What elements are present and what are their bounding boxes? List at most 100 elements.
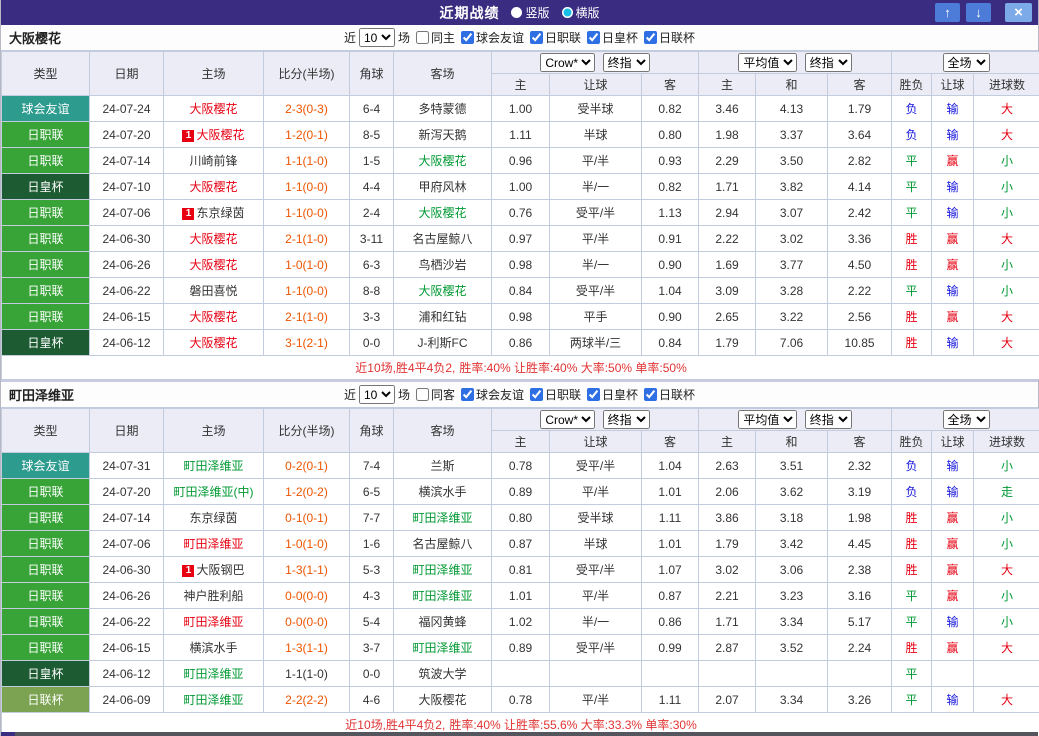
away-team-name[interactable]: 町田泽维亚 <box>412 563 472 577</box>
team-name[interactable]: 大阪樱花 <box>9 28 61 47</box>
league-filter-friendly[interactable]: 球会友谊 <box>460 29 524 46</box>
away-team-name[interactable]: 町田泽维亚 <box>412 511 472 525</box>
home-team-name[interactable]: 大阪樱花 <box>189 232 237 246</box>
scroll-down-button[interactable]: ↓ <box>966 3 991 22</box>
home-team-name[interactable]: 町田泽维亚 <box>183 693 243 707</box>
emperor-cup-checkbox-input[interactable] <box>587 31 601 44</box>
friendly-checkbox-input[interactable] <box>460 31 474 44</box>
same-venue-checkbox[interactable]: 同主 <box>415 29 455 46</box>
average-select[interactable]: 平均值 <box>738 53 798 72</box>
score[interactable]: 1-1(0-0) <box>285 206 328 220</box>
home-team-name[interactable]: 大阪樱花 <box>189 102 237 116</box>
score[interactable]: 2-2(2-2) <box>285 693 328 707</box>
home-team-name[interactable]: 大阪樱花 <box>189 180 237 194</box>
score[interactable]: 1-1(1-0) <box>285 667 328 681</box>
away-team-name[interactable]: 筑波大学 <box>418 667 466 681</box>
away-team-name[interactable]: 町田泽维亚 <box>412 589 472 603</box>
home-team-name[interactable]: 大阪钢巴 <box>196 563 244 577</box>
match-count-select[interactable]: 10 <box>358 28 395 47</box>
away-team-name[interactable]: 名古屋鲸八 <box>412 232 472 246</box>
score[interactable]: 1-2(0-2) <box>285 485 328 499</box>
league-cup-checkbox-input[interactable] <box>644 31 658 44</box>
home-team-name[interactable]: 町田泽维亚 <box>183 537 243 551</box>
league-filter-emperor-cup[interactable]: 日皇杯 <box>587 29 638 46</box>
jleague-checkbox-input[interactable] <box>530 388 543 401</box>
home-team-name[interactable]: 川崎前锋 <box>189 154 237 168</box>
friendly-checkbox-input[interactable] <box>460 388 474 401</box>
home-team-name[interactable]: 大阪樱花 <box>189 310 237 324</box>
horizontal-radio-input[interactable] <box>561 7 573 18</box>
home-team-name[interactable]: 町田泽维亚(中) <box>174 485 254 499</box>
score[interactable]: 1-0(1-0) <box>285 537 328 551</box>
score[interactable]: 3-1(2-1) <box>285 336 328 350</box>
odds-company-select[interactable]: Crow* <box>540 410 596 429</box>
home-team-name[interactable]: 大阪樱花 <box>189 258 237 272</box>
away-team-name[interactable]: 兰斯 <box>430 459 454 473</box>
home-team-name[interactable]: 神户胜利船 <box>183 589 243 603</box>
scope-select[interactable]: 全场 <box>942 410 990 429</box>
average-select[interactable]: 平均值 <box>738 410 798 429</box>
team-name[interactable]: 町田泽维亚 <box>9 385 74 404</box>
same-venue-input[interactable] <box>415 31 429 44</box>
away-team-name[interactable]: 名古屋鲸八 <box>412 537 472 551</box>
home-team-name[interactable]: 横滨水手 <box>189 641 237 655</box>
match-count-select[interactable]: 10 <box>358 385 395 404</box>
score[interactable]: 0-1(0-1) <box>285 511 328 525</box>
score[interactable]: 1-3(1-1) <box>285 641 328 655</box>
home-team-name[interactable]: 磐田喜悦 <box>189 284 237 298</box>
away-team-name[interactable]: 多特蒙德 <box>418 102 466 116</box>
average-time-select[interactable]: 终指 <box>804 53 852 72</box>
home-team-name[interactable]: 东京绿茵 <box>189 511 237 525</box>
same-venue-checkbox[interactable]: 同客 <box>415 386 455 403</box>
average-time-select[interactable]: 终指 <box>804 410 852 429</box>
away-team-name[interactable]: 福冈黄蜂 <box>418 615 466 629</box>
away-team-name[interactable]: 町田泽维亚 <box>412 641 472 655</box>
emperor-cup-checkbox-input[interactable] <box>587 388 601 401</box>
jleague-checkbox-input[interactable] <box>530 31 543 44</box>
league-filter-friendly[interactable]: 球会友谊 <box>460 386 524 403</box>
league-filter-emperor-cup[interactable]: 日皇杯 <box>587 386 638 403</box>
away-team-name[interactable]: 鸟栖沙岩 <box>418 258 466 272</box>
score[interactable]: 0-0(0-0) <box>285 615 328 629</box>
layout-radio-horizontal[interactable]: 横版 <box>561 4 600 21</box>
home-team-name[interactable]: 町田泽维亚 <box>183 459 243 473</box>
score[interactable]: 1-0(1-0) <box>285 258 328 272</box>
score[interactable]: 1-1(0-0) <box>285 180 328 194</box>
close-button[interactable]: × <box>1005 3 1032 22</box>
away-team-name[interactable]: 大阪樱花 <box>418 284 466 298</box>
away-team-name[interactable]: 新泻天鹅 <box>418 128 466 142</box>
score[interactable]: 1-1(0-0) <box>285 284 328 298</box>
league-filter-jleague[interactable]: 日职联 <box>530 29 581 46</box>
score[interactable]: 2-1(1-0) <box>285 232 328 246</box>
home-team-name[interactable]: 町田泽维亚 <box>183 615 243 629</box>
home-team-name[interactable]: 东京绿茵 <box>196 206 244 220</box>
home-team-name[interactable]: 町田泽维亚 <box>183 667 243 681</box>
layout-radio-vertical[interactable]: 竖版 <box>511 4 550 21</box>
score[interactable]: 0-2(0-1) <box>285 459 328 473</box>
league-filter-league-cup[interactable]: 日联杯 <box>644 29 695 46</box>
score[interactable]: 0-0(0-0) <box>285 589 328 603</box>
scroll-up-button[interactable]: ↑ <box>935 3 960 22</box>
vertical-radio-input[interactable] <box>511 7 523 18</box>
away-team-name[interactable]: 大阪樱花 <box>418 693 466 707</box>
home-team-name[interactable]: 大阪樱花 <box>196 128 244 142</box>
away-team-name[interactable]: 横滨水手 <box>418 485 466 499</box>
league-filter-league-cup[interactable]: 日联杯 <box>644 386 695 403</box>
away-team-name[interactable]: J-利斯FC <box>418 336 468 350</box>
away-team-name[interactable]: 大阪樱花 <box>418 154 466 168</box>
score[interactable]: 1-2(0-1) <box>285 128 328 142</box>
score[interactable]: 2-3(0-3) <box>285 102 328 116</box>
league-cup-checkbox-input[interactable] <box>644 388 658 401</box>
same-venue-input[interactable] <box>415 388 429 401</box>
home-team-name[interactable]: 大阪樱花 <box>189 336 237 350</box>
away-team-name[interactable]: 浦和红钻 <box>418 310 466 324</box>
odds-time-select[interactable]: 终指 <box>602 410 650 429</box>
odds-company-select[interactable]: Crow* <box>540 53 596 72</box>
away-team-name[interactable]: 大阪樱花 <box>418 206 466 220</box>
league-filter-jleague[interactable]: 日职联 <box>530 386 581 403</box>
score[interactable]: 1-3(1-1) <box>285 563 328 577</box>
score[interactable]: 2-1(1-0) <box>285 310 328 324</box>
away-team-name[interactable]: 甲府风林 <box>418 180 466 194</box>
scope-select[interactable]: 全场 <box>942 53 990 72</box>
odds-time-select[interactable]: 终指 <box>602 53 650 72</box>
